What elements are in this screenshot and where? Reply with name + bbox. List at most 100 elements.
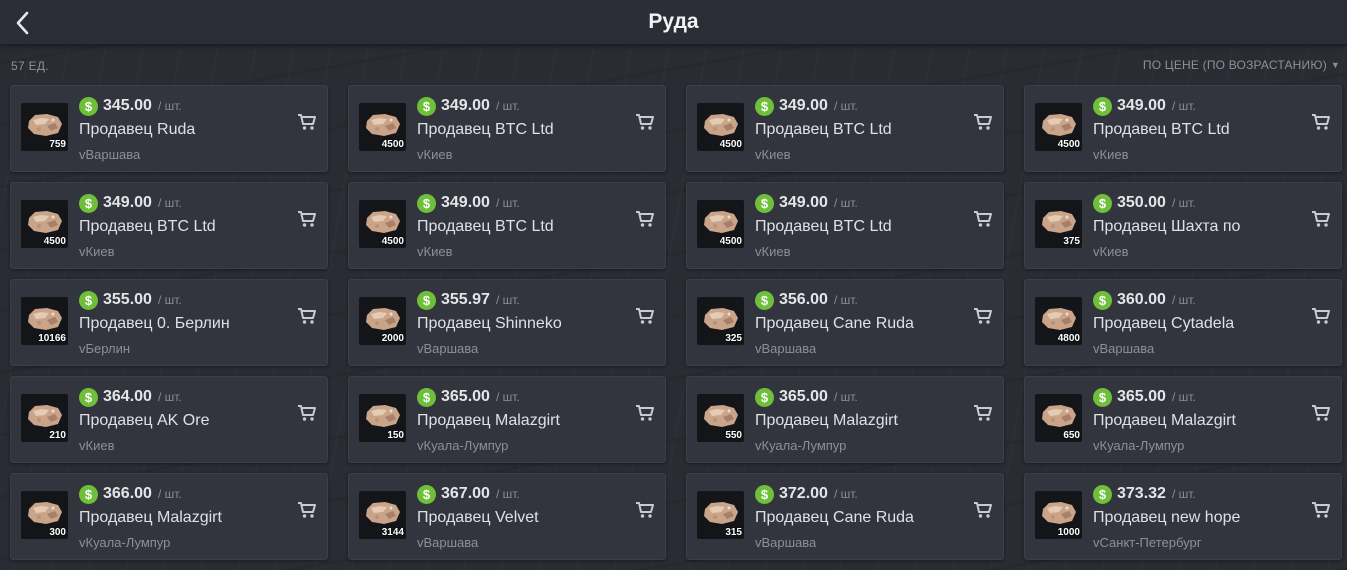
add-to-cart-button[interactable] (972, 112, 994, 132)
sort-dropdown[interactable]: ПО ЦЕНЕ (ПО ВОЗРАСТАНИЮ) ▼ (1143, 58, 1340, 72)
add-to-cart-button[interactable] (1310, 112, 1332, 132)
price-unit: / шт. (833, 99, 858, 113)
seller-name: Продавец Shinneko (417, 315, 562, 332)
ore-icon (28, 502, 62, 524)
price-unit: / шт. (157, 487, 182, 501)
price-value: 349.00 (779, 97, 828, 114)
dollar-icon: $ (1093, 387, 1112, 407)
price-value: 349.00 (441, 97, 490, 114)
cart-icon (636, 405, 654, 421)
listing-card: 759 $ 345.00 / шт. Продавец Ruda vВаршав… (10, 85, 328, 172)
add-to-cart-button[interactable] (634, 209, 656, 229)
ore-thumbnail: 210 (21, 394, 68, 442)
seller-name: Продавец Malazgirt (79, 509, 222, 526)
listing-card: 4500 $ 349.00 / шт. Продавец BTC Ltd vКи… (10, 182, 328, 269)
price-unit: / шт. (833, 390, 858, 404)
dollar-icon: $ (755, 96, 774, 116)
ore-icon (28, 308, 62, 330)
cart-icon (1312, 308, 1330, 324)
price-value: 366.00 (103, 485, 152, 502)
price-unit: / шт. (495, 390, 520, 404)
price-value: 350.00 (1117, 194, 1166, 211)
add-to-cart-button[interactable] (634, 112, 656, 132)
seller-city: vКуала-Лумпур (417, 438, 509, 453)
cart-icon (974, 405, 992, 421)
price-unit: / шт. (495, 293, 520, 307)
add-to-cart-button[interactable] (1310, 403, 1332, 423)
ore-icon (1042, 502, 1076, 524)
listing-card: 2000 $ 355.97 / шт. Продавец Shinneko vВ… (348, 279, 666, 366)
quantity-badge: 650 (1063, 430, 1080, 441)
add-to-cart-button[interactable] (296, 403, 318, 423)
price-value: 364.00 (103, 388, 152, 405)
ore-icon (1042, 211, 1076, 233)
ore-thumbnail: 375 (1035, 200, 1082, 248)
price-row: $ 365.00 / шт. (417, 387, 520, 407)
ore-thumbnail: 4500 (697, 103, 744, 151)
seller-name: Продавец Malazgirt (1093, 412, 1236, 429)
item-count: 57 ЕД. (11, 59, 49, 73)
price-value: 365.00 (1117, 388, 1166, 405)
add-to-cart-button[interactable] (1310, 306, 1332, 326)
price-unit: / шт. (833, 196, 858, 210)
dollar-icon: $ (79, 484, 98, 504)
price-row: $ 345.00 / шт. (79, 96, 182, 116)
quantity-badge: 550 (725, 430, 742, 441)
price-row: $ 350.00 / шт. (1093, 193, 1196, 213)
ore-icon (366, 405, 400, 427)
ore-icon (366, 308, 400, 330)
add-to-cart-button[interactable] (1310, 500, 1332, 520)
price-value: 367.00 (441, 485, 490, 502)
price-value: 349.00 (1117, 97, 1166, 114)
add-to-cart-button[interactable] (972, 209, 994, 229)
cart-icon (1312, 405, 1330, 421)
seller-name: Продавец AK Ore (79, 412, 210, 429)
add-to-cart-button[interactable] (1310, 209, 1332, 229)
dollar-icon: $ (417, 484, 436, 504)
quantity-badge: 3144 (381, 527, 404, 538)
sort-label: ПО ЦЕНЕ (ПО ВОЗРАСТАНИЮ) (1142, 58, 1327, 72)
cart-icon (298, 114, 316, 130)
seller-name: Продавец new hope (1093, 509, 1241, 526)
add-to-cart-button[interactable] (296, 306, 318, 326)
add-to-cart-button[interactable] (634, 306, 656, 326)
add-to-cart-button[interactable] (972, 403, 994, 423)
ore-icon (704, 114, 738, 136)
listing-card: 1000 $ 373.32 / шт. Продавец new hope vС… (1024, 473, 1342, 560)
ore-icon (28, 405, 62, 427)
listing-card: 4500 $ 349.00 / шт. Продавец BTC Ltd vКи… (1024, 85, 1342, 172)
price-row: $ 355.00 / шт. (79, 290, 182, 310)
seller-city: vКиев (417, 147, 453, 162)
cart-icon (636, 114, 654, 130)
seller-city: vКиев (1093, 244, 1129, 259)
cart-icon (974, 308, 992, 324)
seller-city: vБерлин (79, 341, 131, 356)
quantity-badge: 210 (49, 430, 66, 441)
add-to-cart-button[interactable] (634, 403, 656, 423)
cart-icon (636, 502, 654, 518)
price-unit: / шт. (833, 293, 858, 307)
ore-icon (366, 211, 400, 233)
quantity-badge: 4500 (381, 139, 404, 150)
ore-thumbnail: 2000 (359, 297, 406, 345)
listing-card: 210 $ 364.00 / шт. Продавец AK Ore vКиев (10, 376, 328, 463)
add-to-cart-button[interactable] (296, 209, 318, 229)
add-to-cart-button[interactable] (296, 500, 318, 520)
add-to-cart-button[interactable] (296, 112, 318, 132)
quantity-badge: 325 (725, 333, 742, 344)
add-to-cart-button[interactable] (634, 500, 656, 520)
seller-name: Продавец BTC Ltd (417, 218, 554, 235)
add-to-cart-button[interactable] (972, 306, 994, 326)
price-row: $ 349.00 / шт. (417, 193, 520, 213)
page-title: Руда (648, 10, 699, 33)
add-to-cart-button[interactable] (972, 500, 994, 520)
dollar-icon: $ (755, 387, 774, 407)
ore-thumbnail: 4800 (1035, 297, 1082, 345)
price-value: 349.00 (441, 194, 490, 211)
quantity-badge: 4500 (719, 139, 742, 150)
price-unit: / шт. (1171, 293, 1196, 307)
quantity-badge: 150 (387, 430, 404, 441)
price-row: $ 349.00 / шт. (417, 96, 520, 116)
quantity-badge: 4500 (381, 236, 404, 247)
dollar-icon: $ (417, 387, 436, 407)
